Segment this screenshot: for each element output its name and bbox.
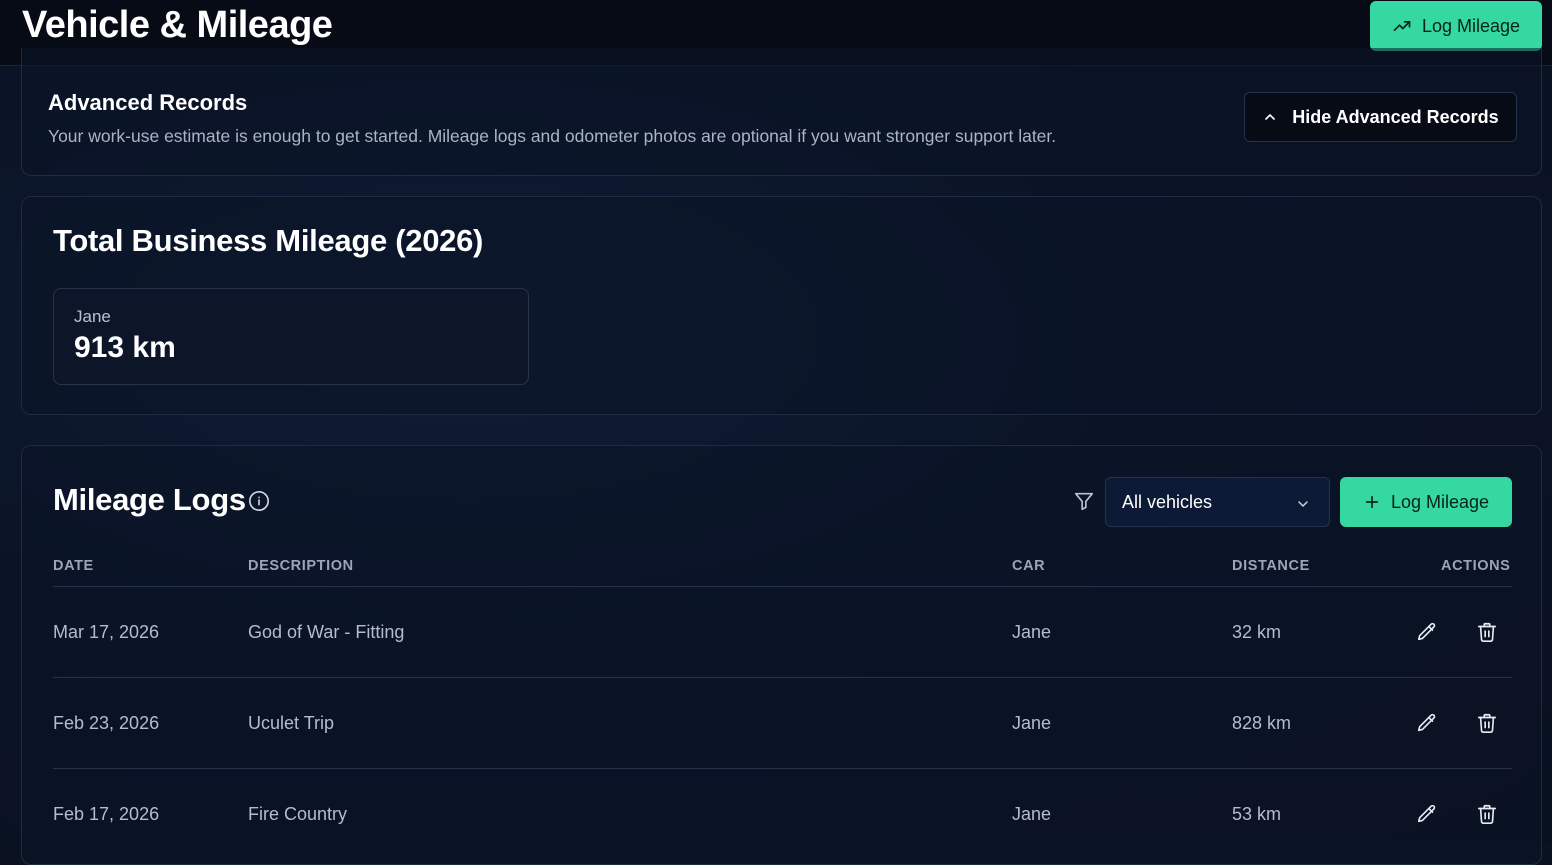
vehicle-mileage-value: 913 km	[74, 331, 176, 364]
row-distance: 828 km	[1232, 713, 1292, 733]
vehicle-mileage-stat: Jane 913 km	[53, 288, 529, 385]
pencil-icon[interactable]	[1416, 621, 1438, 643]
column-header-actions: ACTIONS	[1441, 558, 1511, 574]
row-divider	[53, 677, 1512, 678]
chevron-down-icon	[1298, 501, 1308, 507]
total-mileage-title: Total Business Mileage (2026)	[53, 223, 484, 258]
advanced-records-card: Advanced Records Your work-use estimate …	[21, 48, 1542, 176]
total-mileage-card: Total Business Mileage (2026) Jane 913 k…	[21, 196, 1542, 415]
page-title: Vehicle & Mileage	[22, 4, 333, 46]
trash-icon[interactable]	[1476, 712, 1498, 734]
vehicle-filter-value: All vehicles	[1122, 492, 1213, 512]
table-header-divider	[53, 586, 1512, 587]
row-car: Jane	[1012, 622, 1052, 642]
column-header-distance: DISTANCE	[1232, 558, 1310, 574]
trending-up-icon	[1393, 21, 1411, 31]
mileage-logs-title: Mileage Logs	[53, 482, 246, 517]
row-description: Uculet Trip	[248, 713, 335, 733]
hide-advanced-records-button[interactable]: Hide Advanced Records	[1244, 92, 1517, 142]
row-distance: 32 km	[1232, 622, 1282, 642]
vehicle-name: Jane	[74, 307, 111, 326]
row-description: Fire Country	[248, 804, 348, 824]
column-header-car: CAR	[1012, 558, 1046, 574]
column-header-description: DESCRIPTION	[248, 558, 354, 574]
filter-icon	[1074, 492, 1094, 511]
pencil-icon[interactable]	[1416, 712, 1438, 734]
add-mileage-log-label: Log Mileage	[1390, 491, 1490, 512]
chevron-up-icon	[1265, 114, 1276, 120]
vehicle-filter-select[interactable]: All vehicles	[1105, 477, 1330, 527]
column-header-date: DATE	[53, 558, 94, 574]
info-icon[interactable]	[248, 490, 270, 512]
row-description: God of War - Fitting	[248, 622, 405, 642]
row-date: Feb 23, 2026	[53, 713, 160, 733]
pencil-icon[interactable]	[1416, 803, 1438, 825]
row-car: Jane	[1012, 713, 1052, 733]
hide-advanced-records-label: Hide Advanced Records	[1292, 106, 1499, 127]
row-distance: 53 km	[1232, 804, 1282, 824]
row-car: Jane	[1012, 804, 1052, 824]
plus-icon	[1365, 495, 1379, 509]
trash-icon[interactable]	[1476, 803, 1498, 825]
add-mileage-log-button[interactable]: Log Mileage	[1340, 477, 1512, 527]
log-mileage-label: Log Mileage	[1421, 15, 1521, 36]
log-mileage-button[interactable]: Log Mileage	[1370, 1, 1542, 51]
advanced-records-title: Advanced Records	[48, 90, 248, 115]
mileage-logs-card: Mileage Logs All vehicles Log Mileage DA…	[21, 445, 1542, 865]
row-date: Mar 17, 2026	[53, 622, 160, 642]
row-date: Feb 17, 2026	[53, 804, 160, 824]
advanced-records-description: Your work-use estimate is enough to get …	[48, 126, 1057, 146]
trash-icon[interactable]	[1476, 621, 1498, 643]
row-divider	[53, 768, 1512, 769]
